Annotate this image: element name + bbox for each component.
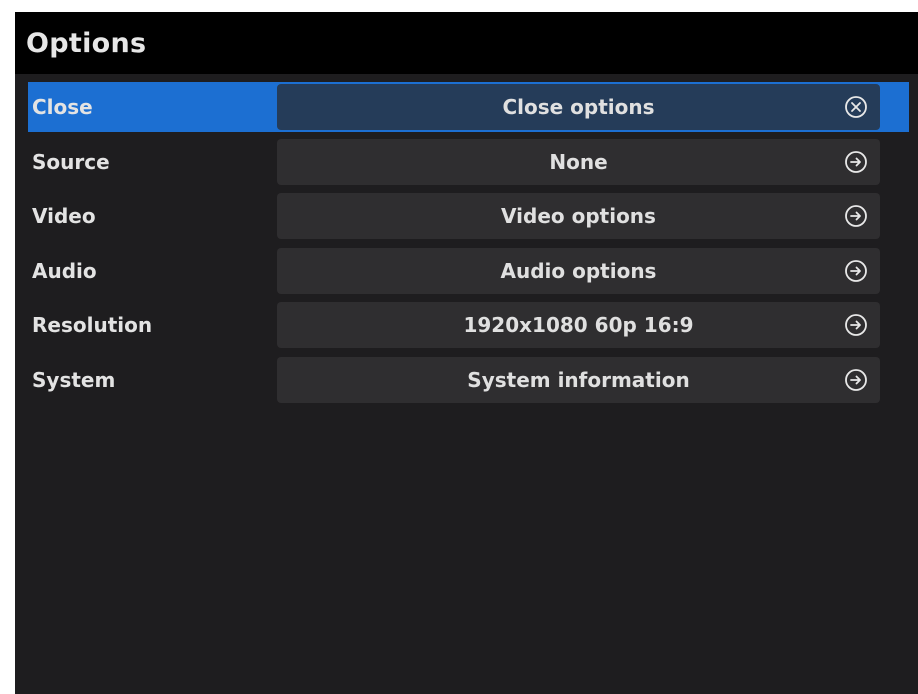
menu-row-system[interactable]: System System information bbox=[28, 355, 909, 405]
arrow-right-circle-icon[interactable] bbox=[844, 150, 868, 174]
menu-row-value: Audio options bbox=[500, 258, 657, 283]
arrow-right-circle-icon[interactable] bbox=[844, 204, 868, 228]
window-title: Options bbox=[26, 27, 147, 59]
resolution-value-button[interactable]: 1920x1080 60p 16:9 bbox=[277, 302, 880, 348]
video-options-button[interactable]: Video options bbox=[277, 193, 880, 239]
close-circle-icon[interactable] bbox=[844, 95, 868, 119]
system-information-button[interactable]: System information bbox=[277, 356, 880, 403]
menu-row-label: System bbox=[32, 367, 116, 392]
menu-row-label: Resolution bbox=[32, 313, 153, 337]
audio-options-button[interactable]: Audio options bbox=[277, 247, 880, 294]
menu-row-value: Close options bbox=[502, 95, 655, 119]
menu-row-source[interactable]: Source None bbox=[28, 137, 909, 187]
menu-row-value: None bbox=[549, 149, 608, 174]
menu-row-value: 1920x1080 60p 16:9 bbox=[463, 313, 694, 337]
menu-row-value: System information bbox=[467, 367, 690, 392]
menu-row-close[interactable]: Close Close options bbox=[28, 82, 909, 132]
menu-row-label: Audio bbox=[32, 258, 97, 283]
source-value-button[interactable]: None bbox=[277, 138, 880, 185]
menu-row-label: Video bbox=[32, 204, 96, 228]
title-bar: Options bbox=[15, 12, 918, 74]
menu-row-value: Video options bbox=[501, 204, 656, 228]
menu-row-label: Close bbox=[32, 95, 93, 119]
menu-row-video[interactable]: Video Video options bbox=[28, 191, 909, 241]
menu-row-audio[interactable]: Audio Audio options bbox=[28, 246, 909, 296]
menu-row-resolution[interactable]: Resolution 1920x1080 60p 16:9 bbox=[28, 300, 909, 350]
options-menu: Close Close options Source None Video Vi… bbox=[28, 82, 909, 409]
arrow-right-circle-icon[interactable] bbox=[844, 368, 868, 392]
options-window: Options Close Close options Source None bbox=[15, 12, 918, 694]
close-options-button[interactable]: Close options bbox=[277, 84, 880, 130]
arrow-right-circle-icon[interactable] bbox=[844, 259, 868, 283]
arrow-right-circle-icon[interactable] bbox=[844, 313, 868, 337]
menu-row-label: Source bbox=[32, 149, 110, 174]
